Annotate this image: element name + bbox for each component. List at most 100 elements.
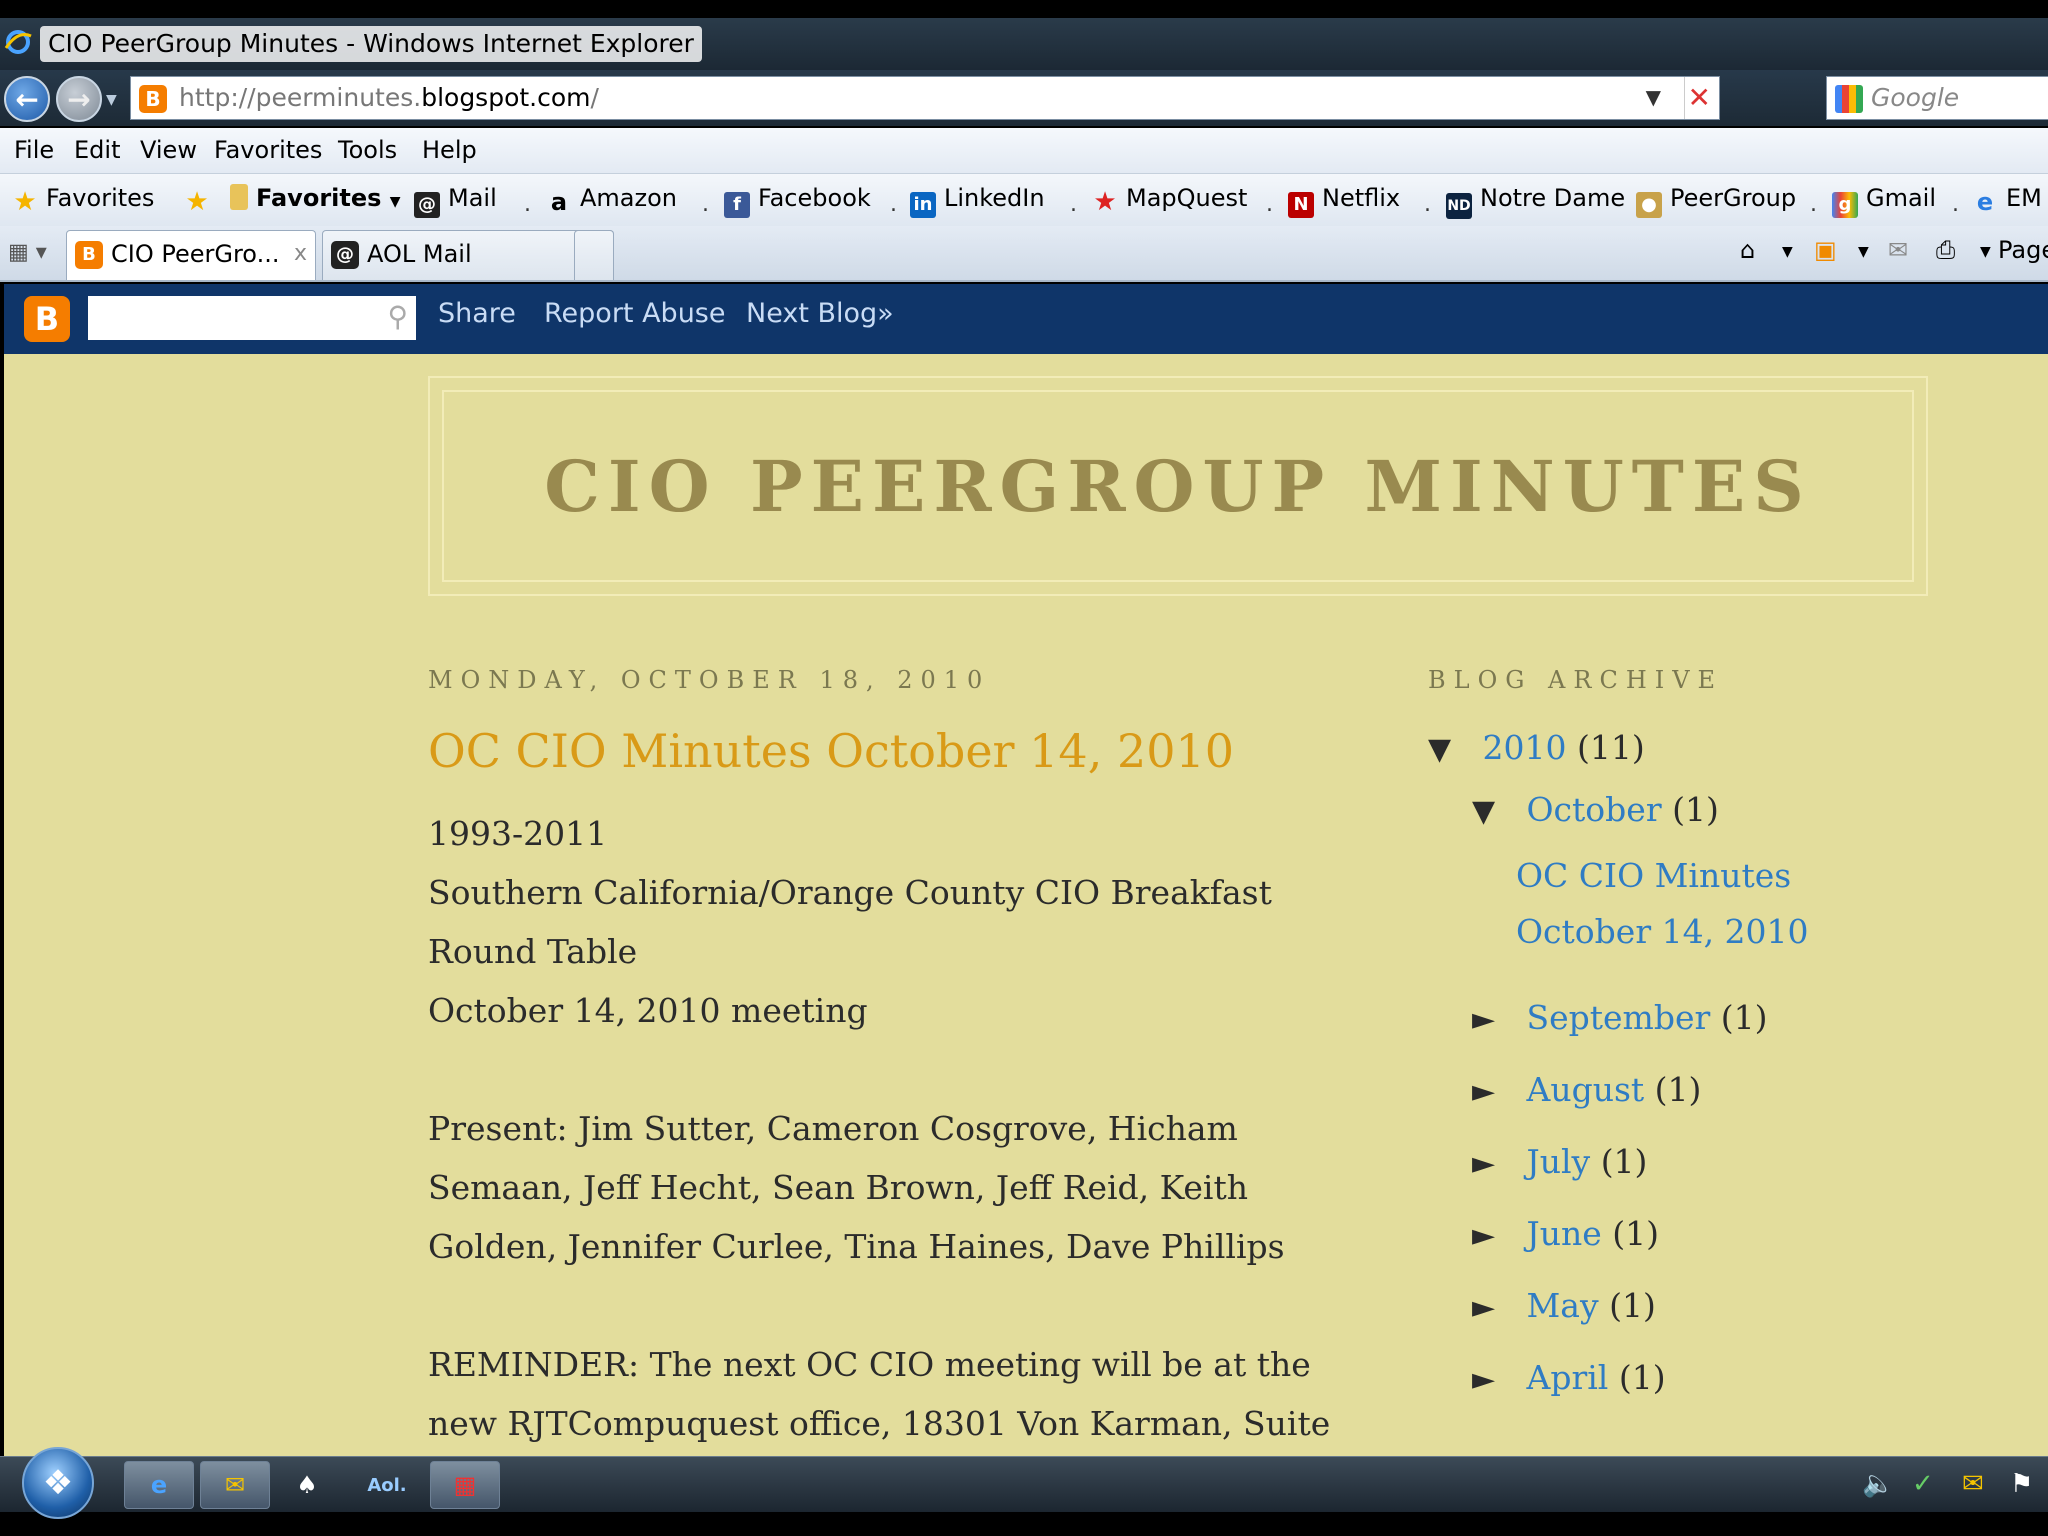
notification-icon[interactable]: ✉ bbox=[1962, 1469, 1984, 1499]
fav-link-gmail[interactable]: g Gmail bbox=[1832, 184, 1936, 218]
post-title[interactable]: OC CIO Minutes October 14, 2010 bbox=[428, 724, 1234, 778]
read-mail-icon[interactable]: ✉ bbox=[1888, 236, 1908, 264]
expand-toggle-icon[interactable]: ► bbox=[1472, 1362, 1516, 1397]
menu-file[interactable]: File bbox=[14, 136, 54, 164]
network-icon[interactable]: ✓ bbox=[1912, 1469, 1934, 1499]
collapse-toggle-icon[interactable]: ▼ bbox=[1472, 794, 1516, 829]
next-blog-link[interactable]: Next Blog» bbox=[746, 298, 894, 329]
facebook-icon: f bbox=[724, 192, 750, 218]
post-body: 1993-2011 Southern California/Orange Cou… bbox=[428, 804, 1348, 1456]
folder-icon bbox=[230, 184, 248, 210]
blog-header: CIO PEERGROUP MINUTES bbox=[428, 376, 1928, 596]
taskbar-aol-button[interactable]: Aol. bbox=[352, 1461, 422, 1509]
cards-icon: ♠ bbox=[296, 1471, 318, 1499]
taskbar-ie-button[interactable]: e bbox=[124, 1461, 194, 1509]
archive-post-link[interactable]: OC CIO Minutes October 14, 2010 bbox=[1516, 848, 1936, 960]
address-bar[interactable]: B http://peerminutes.blogspot.com/ ▼ ✕ bbox=[130, 76, 1720, 120]
fav-link-peergroup[interactable]: ● PeerGroup bbox=[1636, 184, 1796, 218]
back-button[interactable]: ← bbox=[4, 76, 50, 122]
menu-edit[interactable]: Edit bbox=[74, 136, 120, 164]
archive-count: (11) bbox=[1576, 728, 1645, 767]
fav-link-amazon[interactable]: a Amazon bbox=[546, 184, 677, 215]
expand-toggle-icon[interactable]: ► bbox=[1472, 1290, 1516, 1325]
page-dropdown-icon[interactable]: ▼ bbox=[1980, 244, 1991, 260]
archive-month-april: ► April (1) bbox=[1472, 1358, 1666, 1397]
archive-month-link[interactable]: September bbox=[1527, 998, 1711, 1037]
archive-month-may: ► May (1) bbox=[1472, 1286, 1656, 1325]
fav-link-netflix[interactable]: N Netflix bbox=[1288, 184, 1400, 218]
new-tab-button[interactable] bbox=[574, 230, 614, 280]
fav-link-notre-dame-label: Notre Dame bbox=[1480, 184, 1626, 212]
quick-tabs-icon[interactable]: ▦ ▾ bbox=[8, 240, 48, 270]
post-line: Present: Jim Sutter, Cameron Cosgrove, H… bbox=[428, 1109, 1285, 1266]
search-box[interactable]: Google bbox=[1826, 76, 2048, 120]
fav-link-facebook[interactable]: f Facebook bbox=[724, 184, 871, 218]
fav-link-em-label: EM bbox=[2006, 184, 2042, 212]
taskbar-calendar-button[interactable]: ▦ bbox=[430, 1461, 500, 1509]
fav-link-mapquest[interactable]: ★ MapQuest bbox=[1092, 184, 1247, 215]
netflix-icon: N bbox=[1288, 192, 1314, 218]
fav-link-linkedin[interactable]: in LinkedIn bbox=[910, 184, 1045, 218]
volume-icon[interactable]: 🔈 bbox=[1862, 1469, 1894, 1499]
fav-link-peergroup-label: PeerGroup bbox=[1670, 184, 1797, 212]
menu-tools[interactable]: Tools bbox=[338, 136, 397, 164]
archive-month-july: ► July (1) bbox=[1472, 1142, 1647, 1181]
archive-month-link[interactable]: October bbox=[1527, 790, 1662, 829]
archive-month-link[interactable]: May bbox=[1527, 1286, 1599, 1325]
menu-favorites[interactable]: Favorites bbox=[214, 136, 322, 164]
expand-toggle-icon[interactable]: ► bbox=[1472, 1074, 1516, 1109]
blogger-logo-icon[interactable]: B bbox=[24, 296, 70, 342]
expand-toggle-icon[interactable]: ► bbox=[1472, 1218, 1516, 1253]
home-dropdown-icon[interactable]: ▼ bbox=[1782, 244, 1793, 260]
print-icon[interactable]: ⎙ bbox=[1936, 236, 1955, 264]
close-tab-icon[interactable]: x bbox=[294, 231, 307, 277]
recent-pages-dropdown-icon[interactable]: ▼ bbox=[106, 92, 117, 108]
tab-label: AOL Mail bbox=[367, 240, 472, 268]
screen: CIO PeerGroup Minutes - Windows Internet… bbox=[0, 0, 2048, 1536]
linkedin-icon: in bbox=[910, 192, 936, 218]
stop-icon[interactable]: ✕ bbox=[1688, 81, 1711, 114]
share-link[interactable]: Share bbox=[438, 298, 516, 329]
tab-cio-peergroup[interactable]: B CIO PeerGro... x bbox=[66, 230, 316, 280]
fav-link-em[interactable]: e EM bbox=[1972, 184, 2042, 215]
archive-year-link[interactable]: 2010 bbox=[1483, 728, 1567, 767]
ie-page-icon: e bbox=[1976, 188, 1994, 216]
blog-title[interactable]: CIO PEERGROUP MINUTES bbox=[544, 445, 1812, 528]
favorites-button[interactable]: ★ Favorites bbox=[12, 184, 154, 215]
report-abuse-link[interactable]: Report Abuse bbox=[544, 298, 726, 329]
collapse-toggle-icon[interactable]: ▼ bbox=[1428, 732, 1472, 767]
post-spacer bbox=[428, 1040, 1348, 1099]
archive-month-link[interactable]: July bbox=[1527, 1142, 1591, 1181]
search-icon[interactable]: ⚲ bbox=[387, 300, 408, 333]
tab-aol-mail[interactable]: @ AOL Mail bbox=[322, 230, 614, 280]
taskbar-outlook-button[interactable]: ✉ bbox=[200, 1461, 270, 1509]
archive-month-link[interactable]: June bbox=[1527, 1214, 1602, 1253]
fav-link-gmail-label: Gmail bbox=[1866, 184, 1937, 212]
ie-logo-icon bbox=[4, 30, 32, 54]
page-menu[interactable]: Page bbox=[1998, 236, 2048, 264]
separator: . bbox=[1424, 192, 1431, 217]
add-favorites-icon[interactable]: ★ bbox=[184, 184, 218, 215]
rss-feed-icon[interactable]: ▣ bbox=[1814, 236, 1837, 264]
feed-dropdown-icon[interactable]: ▼ bbox=[1858, 244, 1869, 260]
home-icon[interactable]: ⌂ bbox=[1740, 236, 1755, 264]
expand-toggle-icon[interactable]: ► bbox=[1472, 1146, 1516, 1181]
forward-button[interactable]: → bbox=[56, 76, 102, 122]
archive-month-link[interactable]: April bbox=[1527, 1358, 1609, 1397]
blog-search-input[interactable]: ⚲ bbox=[88, 296, 416, 340]
flag-icon[interactable]: ⚑ bbox=[2010, 1469, 2033, 1499]
menu-help[interactable]: Help bbox=[422, 136, 477, 164]
expand-toggle-icon[interactable]: ► bbox=[1472, 1002, 1516, 1037]
taskbar-solitaire-button[interactable]: ♠ bbox=[272, 1461, 342, 1509]
archive-month-link[interactable]: August bbox=[1527, 1070, 1645, 1109]
favorites-folder[interactable]: Favorites ▼ bbox=[230, 184, 401, 212]
separator: . bbox=[702, 192, 709, 217]
address-url[interactable]: http://peerminutes.blogspot.com/ bbox=[179, 81, 599, 115]
start-button[interactable]: ❖ bbox=[22, 1447, 94, 1519]
archive-count: (1) bbox=[1654, 1070, 1702, 1109]
fav-link-notre-dame[interactable]: ND Notre Dame bbox=[1446, 184, 1625, 219]
menu-view[interactable]: View bbox=[140, 136, 197, 164]
fav-link-mail[interactable]: @ Mail bbox=[414, 184, 497, 218]
separator: . bbox=[1070, 192, 1077, 217]
address-dropdown-icon[interactable]: ▼ bbox=[1646, 85, 1661, 109]
